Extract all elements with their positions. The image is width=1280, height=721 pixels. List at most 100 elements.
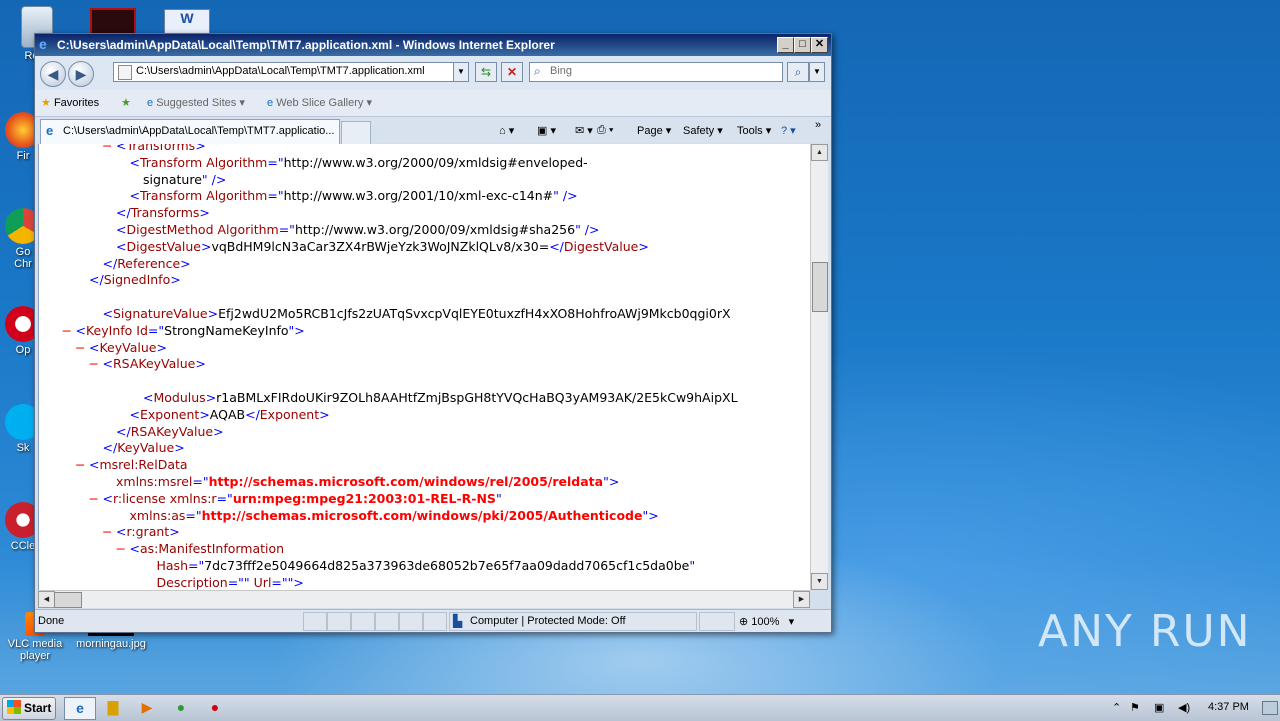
xml-token: r:grant bbox=[126, 524, 170, 540]
xml-token: DigestValue bbox=[126, 238, 201, 254]
xml-token: "> bbox=[288, 322, 305, 338]
collapse-toggle[interactable]: − bbox=[75, 456, 85, 473]
feeds-icon[interactable]: ▣ ▾ bbox=[537, 124, 556, 137]
xml-line[interactable]: − <r:license xmlns:r="urn:mpeg:mpeg21:200… bbox=[89, 490, 502, 507]
collapse-toggle[interactable]: − bbox=[102, 523, 112, 540]
taskbar-chrome-icon[interactable]: ● bbox=[166, 697, 196, 718]
star-icon: ★ bbox=[41, 97, 51, 109]
xml-token: Description bbox=[156, 574, 228, 590]
xml-token: =" bbox=[185, 507, 202, 523]
zoom-control[interactable]: ⊕ 100% ▾ bbox=[739, 615, 794, 628]
status-segment bbox=[375, 612, 399, 631]
horizontal-scroll-thumb[interactable] bbox=[54, 592, 82, 608]
taskbar-explorer-icon[interactable]: ▇ bbox=[98, 697, 128, 718]
status-segment bbox=[423, 612, 447, 631]
xml-token: < bbox=[89, 457, 100, 473]
forward-button[interactable]: ▶ bbox=[68, 61, 94, 87]
chevron-more-icon[interactable]: » bbox=[815, 119, 821, 131]
collapse-toggle[interactable]: − bbox=[75, 339, 85, 356]
suggested-sites-button[interactable]: e Suggested Sites ▾ bbox=[147, 96, 245, 109]
computer-icon: ▙ bbox=[453, 614, 463, 628]
desktop-icon-label: Sk bbox=[16, 442, 30, 454]
minimize-button[interactable]: _ bbox=[777, 37, 794, 53]
close-button[interactable]: ✕ bbox=[811, 37, 828, 53]
xml-token: </ bbox=[116, 205, 131, 221]
favorites-button[interactable]: ★ Favorites bbox=[41, 96, 99, 109]
scroll-right-button[interactable]: ▶ bbox=[793, 591, 810, 608]
show-desktop-button[interactable] bbox=[1262, 701, 1278, 715]
xml-token: AQAB bbox=[209, 406, 246, 422]
clock[interactable]: 4:37 PM bbox=[1208, 701, 1249, 713]
xml-line[interactable]: − <RSAKeyValue> bbox=[89, 355, 206, 372]
address-bar[interactable]: C:\Users\admin\AppData\Local\Temp\TMT7.a… bbox=[113, 62, 469, 82]
scroll-up-button[interactable]: ▲ bbox=[811, 144, 828, 161]
xml-token: http://schemas.microsoft.com/windows/rel… bbox=[208, 474, 604, 489]
xml-line[interactable]: − <r:grant> bbox=[102, 523, 180, 540]
xml-token: " /> bbox=[201, 171, 227, 187]
tray-expand-icon[interactable]: ⌃ bbox=[1112, 701, 1121, 714]
safety-menu[interactable]: Safety ▾ bbox=[683, 124, 723, 137]
xml-token: </ bbox=[102, 440, 118, 456]
search-box[interactable]: ⌕ Bing bbox=[529, 62, 783, 82]
xml-line[interactable]: − <Transforms> bbox=[102, 144, 206, 154]
print-icon[interactable]: ⎙ ▾ bbox=[597, 124, 613, 137]
status-segment bbox=[303, 612, 327, 631]
xml-token: 7dc73fff2e5049664d825a373963de68052b7e65… bbox=[204, 558, 690, 573]
collapse-toggle[interactable]: − bbox=[62, 322, 72, 339]
web-slice-gallery-button[interactable]: e Web Slice Gallery ▾ bbox=[267, 96, 372, 109]
xml-token: > bbox=[213, 423, 224, 439]
horizontal-scrollbar[interactable]: ◀ ▶ bbox=[38, 590, 810, 608]
volume-icon[interactable]: ◀) bbox=[1178, 701, 1190, 714]
xml-token: < bbox=[129, 188, 140, 204]
taskbar-media-player-icon[interactable]: ▶ bbox=[132, 697, 162, 718]
protected-mode-icon[interactable] bbox=[699, 612, 735, 631]
xml-token: =" bbox=[147, 322, 165, 338]
xml-token: RSAKeyValue bbox=[130, 423, 214, 439]
security-zone[interactable]: ▙ Computer | Protected Mode: Off bbox=[449, 612, 697, 631]
vertical-scrollbar[interactable]: ▲ ▼ bbox=[810, 144, 828, 590]
vertical-scroll-thumb[interactable] bbox=[812, 262, 828, 312]
collapse-toggle[interactable]: − bbox=[116, 540, 126, 557]
safety-menu-label: Safety bbox=[683, 125, 715, 137]
xml-token: Url bbox=[253, 574, 272, 590]
collapse-toggle[interactable]: − bbox=[102, 144, 112, 154]
status-segment bbox=[399, 612, 423, 631]
refresh-icon[interactable]: ⇆ bbox=[475, 62, 497, 82]
xml-token: Transform bbox=[139, 154, 207, 170]
xml-line[interactable]: − <msrel:RelData bbox=[75, 456, 188, 473]
search-button[interactable]: ⌕ bbox=[787, 62, 809, 82]
mail-icon[interactable]: ✉ ▾ bbox=[575, 124, 593, 137]
new-tab-button[interactable] bbox=[341, 121, 371, 145]
status-bar: Done ▙ Computer | Protected Mode: Off ⊕ … bbox=[35, 609, 831, 632]
add-favorite-icon[interactable]: ★ bbox=[121, 96, 131, 109]
xml-token: xmlns:msrel bbox=[116, 474, 193, 489]
network-icon[interactable]: ▣ bbox=[1154, 701, 1164, 714]
xml-line[interactable]: − <KeyInfo Id="StrongNameKeyInfo"> bbox=[62, 322, 305, 339]
xml-token: as:ManifestInformation bbox=[139, 541, 285, 557]
favorites-bar: ★ Favorites ★ e Suggested Sites ▾ e Web … bbox=[35, 90, 831, 117]
collapse-toggle[interactable]: − bbox=[89, 355, 99, 372]
xml-line[interactable]: − <as:ManifestInformation bbox=[116, 540, 285, 557]
start-button[interactable]: Start bbox=[2, 697, 56, 720]
address-dropdown-button[interactable]: ▼ bbox=[453, 62, 469, 82]
xml-token: urn:mpeg:mpeg21:2003:01-REL-R-NS bbox=[232, 490, 496, 506]
taskbar-ie-icon[interactable]: e bbox=[64, 697, 96, 720]
help-icon[interactable]: ? ▾ bbox=[781, 124, 796, 137]
xml-token: < bbox=[129, 154, 140, 170]
stop-icon[interactable]: ✕ bbox=[501, 62, 523, 82]
search-dropdown-button[interactable]: ▼ bbox=[809, 62, 825, 82]
tools-menu[interactable]: Tools ▾ bbox=[737, 124, 771, 137]
home-icon[interactable]: ⌂ ▾ bbox=[499, 124, 514, 137]
tab-active[interactable]: e C:\Users\admin\AppData\Local\Temp\TMT7… bbox=[40, 119, 340, 144]
scroll-down-button[interactable]: ▼ bbox=[811, 573, 828, 590]
scroll-left-button[interactable]: ◀ bbox=[38, 591, 55, 608]
maximize-button[interactable]: □ bbox=[794, 37, 811, 53]
action-center-icon[interactable]: ⚑ bbox=[1130, 701, 1140, 714]
collapse-toggle[interactable]: − bbox=[89, 490, 99, 507]
page-menu[interactable]: Page ▾ bbox=[637, 124, 671, 137]
title-bar[interactable]: e C:\Users\admin\AppData\Local\Temp\TMT7… bbox=[35, 34, 831, 56]
back-button[interactable]: ◀ bbox=[40, 61, 66, 87]
xml-token: > bbox=[638, 238, 649, 254]
xml-line[interactable]: − <KeyValue> bbox=[75, 339, 167, 356]
taskbar-security-icon[interactable]: ● bbox=[200, 697, 230, 718]
